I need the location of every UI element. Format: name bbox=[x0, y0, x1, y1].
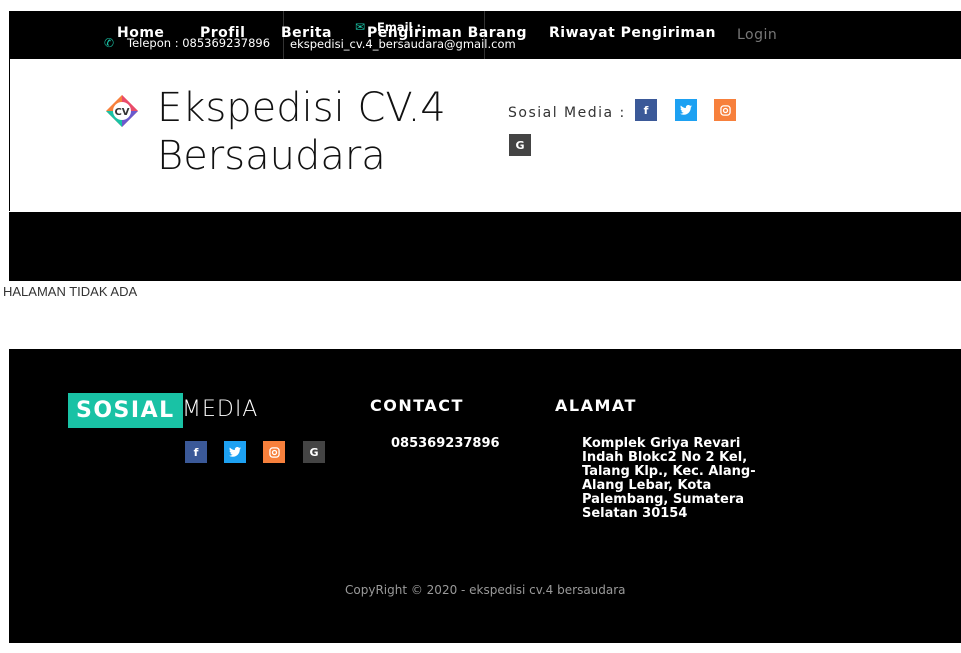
nav-item-home[interactable]: Home bbox=[117, 25, 164, 41]
logo-text: CV bbox=[114, 107, 129, 118]
nav-item-riwayat-pengiriman[interactable]: Riwayat Pengiriman bbox=[549, 25, 716, 41]
address-line: Komplek Griya Revari bbox=[582, 436, 741, 451]
footer-instagram-icon[interactable] bbox=[263, 441, 285, 463]
logo-icon[interactable]: CV bbox=[104, 93, 140, 129]
footer-contact-phone: 085369237896 bbox=[391, 436, 500, 451]
nav-item-berita[interactable]: Berita bbox=[281, 25, 332, 41]
site-title-line2: Bersaudara bbox=[157, 133, 386, 179]
facebook-icon[interactable]: f bbox=[635, 99, 657, 121]
email-icon: ✉ bbox=[355, 20, 366, 34]
site-title[interactable]: Ekspedisi CV.4 Bersaudara bbox=[157, 84, 446, 180]
footer-address: Komplek Griya Revari Indah Blokc2 No 2 K… bbox=[582, 437, 756, 521]
footer-contact-heading: CONTACT bbox=[370, 396, 464, 415]
address-line: Selatan 30154 bbox=[582, 506, 688, 521]
twitter-icon[interactable] bbox=[675, 99, 697, 121]
not-found-message: HALAMAN TIDAK ADA bbox=[3, 284, 138, 299]
social-media-label: Sosial Media : bbox=[508, 105, 626, 121]
nav-item-profil[interactable]: Profil bbox=[200, 25, 245, 41]
footer-facebook-icon[interactable]: f bbox=[185, 441, 207, 463]
nav-item-login[interactable]: Login bbox=[737, 27, 777, 43]
instagram-icon[interactable] bbox=[714, 99, 736, 121]
footer-sosial-heading: SOSIAL bbox=[68, 393, 183, 428]
footer-media-heading: MEDIA bbox=[182, 397, 259, 422]
address-line: Indah Blokc2 No 2 Kel, bbox=[582, 450, 748, 465]
footer-google-icon[interactable]: G bbox=[303, 441, 325, 463]
footer-alamat-heading: ALAMAT bbox=[555, 396, 637, 415]
site-header bbox=[9, 59, 961, 211]
nav-item-pengiriman-barang[interactable]: Pengiriman Barang bbox=[367, 25, 527, 41]
address-line: Talang Klp., Kec. Alang- bbox=[582, 464, 756, 479]
phone-icon: ✆ bbox=[104, 36, 115, 50]
address-line: Alang Lebar, Kota bbox=[582, 478, 712, 493]
main-nav bbox=[9, 212, 961, 281]
footer-copyright: CopyRight © 2020 - ekspedisi cv.4 bersau… bbox=[345, 583, 626, 597]
site-title-line1: Ekspedisi CV.4 bbox=[157, 85, 446, 131]
google-icon[interactable]: G bbox=[509, 134, 531, 156]
main-content bbox=[9, 281, 961, 349]
address-line: Palembang, Sumatera bbox=[582, 492, 745, 507]
footer-twitter-icon[interactable] bbox=[224, 441, 246, 463]
